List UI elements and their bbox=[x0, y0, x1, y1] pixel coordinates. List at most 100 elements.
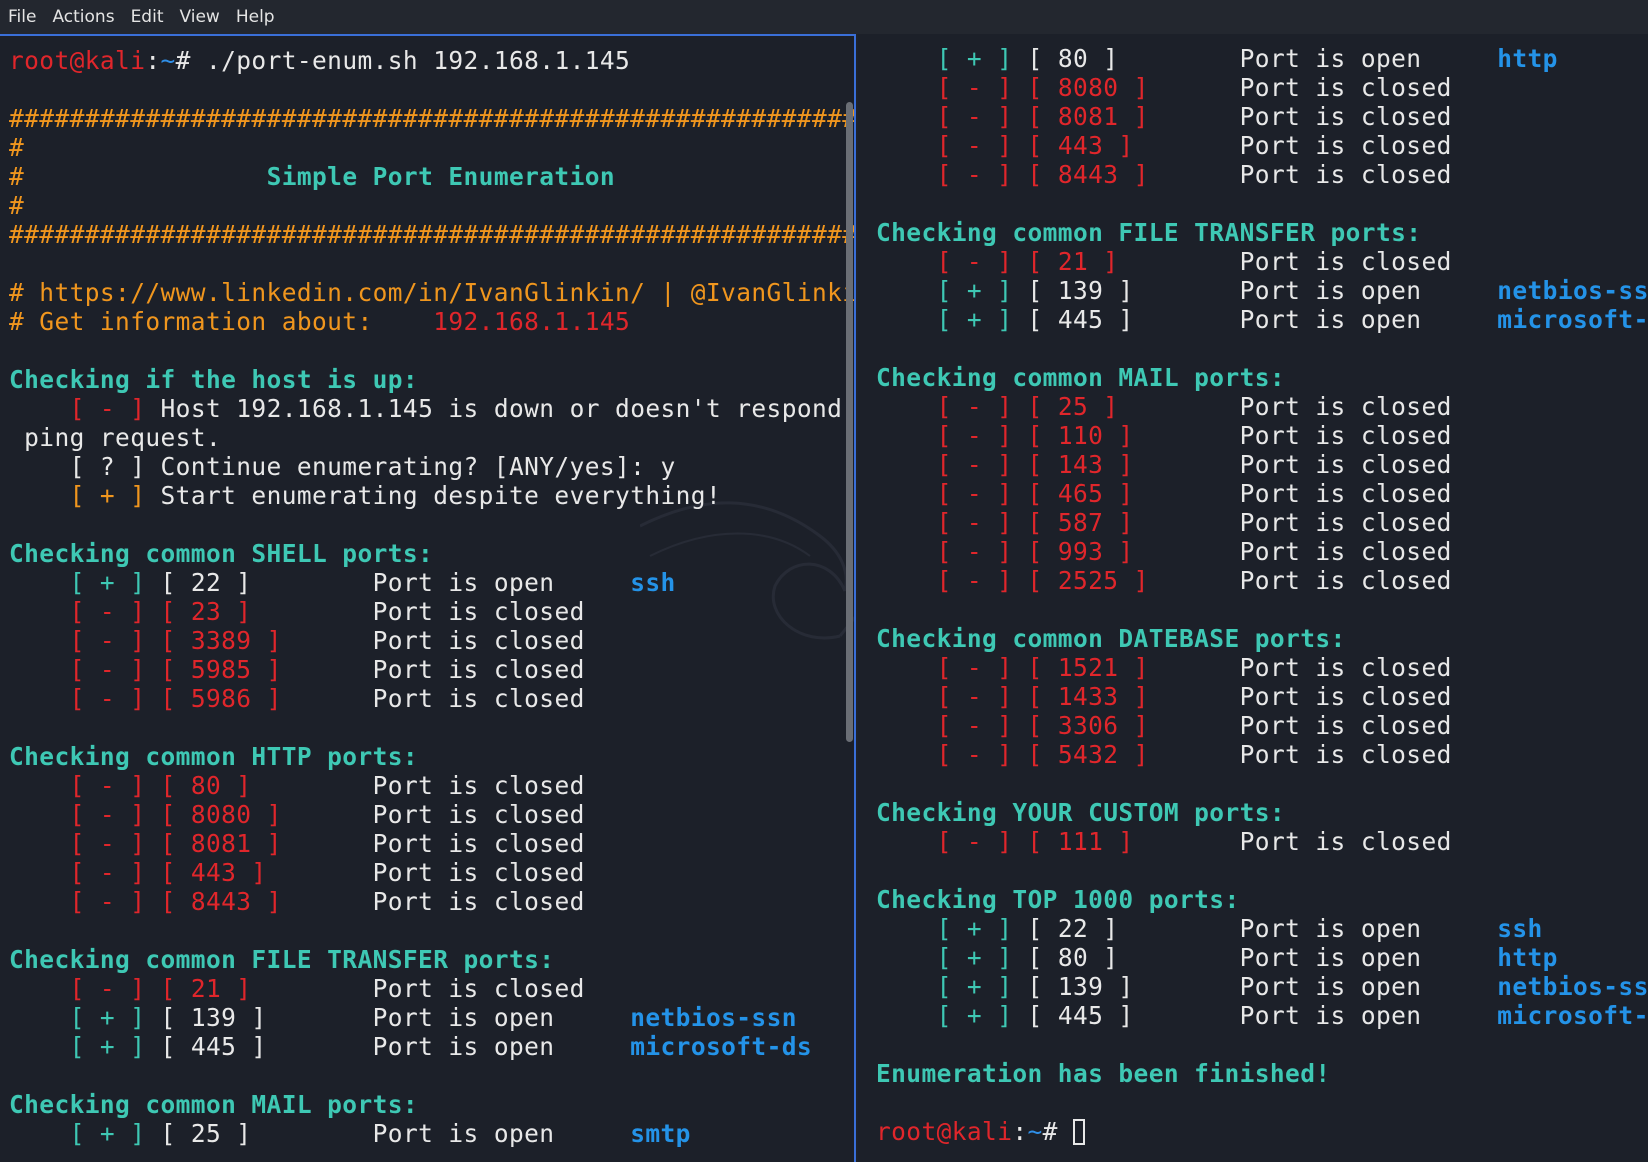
port-state-text: Port is open bbox=[372, 1032, 555, 1061]
port-state-text: Port is closed bbox=[1239, 131, 1452, 160]
host-down-continuation: ping request. bbox=[9, 423, 222, 452]
banner-border-text: ########################################… bbox=[9, 220, 856, 249]
port-number: [ 22 ] bbox=[160, 568, 252, 597]
section-header-text: Checking common SHELL ports: bbox=[9, 539, 434, 568]
continue-prompt-line: [ ? ] Continue enumerating? [ANY/yes]: y bbox=[9, 452, 854, 481]
menu-edit[interactable]: Edit bbox=[123, 0, 172, 34]
status-marker: [ + ] bbox=[936, 914, 1013, 943]
host-down-line: [ - ] Host 192.168.1.145 is down or does… bbox=[9, 394, 854, 423]
port-state-text: Port is closed bbox=[372, 887, 585, 916]
banner-side-left: # bbox=[9, 162, 25, 191]
port-state-text: Port is closed bbox=[372, 655, 585, 684]
port-state-text: Port is open bbox=[1239, 914, 1422, 943]
port-state-text: Port is open bbox=[1239, 305, 1422, 334]
status-marker: [ + ] bbox=[69, 568, 146, 597]
terminal-pane-right[interactable]: [ + ] [ 80 ] Port is open http [ - ] [ 8… bbox=[858, 34, 1648, 1162]
port-row: [ - ] [ 5432 ] Port is closed bbox=[876, 740, 1648, 769]
port-state-text: Port is closed bbox=[372, 800, 585, 829]
port-state-text: Port is open bbox=[1239, 44, 1422, 73]
status-marker: [ - ] bbox=[936, 653, 1013, 682]
status-marker: [ - ] bbox=[69, 800, 146, 829]
port-row: [ - ] [ 993 ] Port is closed bbox=[876, 537, 1648, 566]
port-state-text: Port is open bbox=[372, 1003, 555, 1032]
port-row: [ - ] [ 3306 ] Port is closed bbox=[876, 711, 1648, 740]
port-number: [ 3306 ] bbox=[1027, 711, 1149, 740]
banner-side: # # bbox=[9, 191, 854, 220]
port-state-text: Port is closed bbox=[372, 858, 585, 887]
status-marker: [ + ] bbox=[936, 305, 1013, 334]
section-header: Checking TOP 1000 ports: bbox=[876, 885, 1648, 914]
port-row: [ + ] [ 445 ] Port is open microsoft-ds bbox=[876, 1001, 1648, 1030]
menu-view[interactable]: View bbox=[171, 0, 227, 34]
port-row: [ + ] [ 80 ] Port is open http bbox=[876, 44, 1648, 73]
port-row: [ - ] [ 1433 ] Port is closed bbox=[876, 682, 1648, 711]
port-number: [ 80 ] bbox=[1027, 44, 1119, 73]
status-marker: [ - ] bbox=[936, 711, 1013, 740]
section-header-text: Checking common DATEBASE ports: bbox=[876, 624, 1346, 653]
port-state-text: Port is closed bbox=[1239, 827, 1452, 856]
service-name: microsoft-ds bbox=[1497, 305, 1648, 334]
port-row: [ - ] [ 465 ] Port is closed bbox=[876, 479, 1648, 508]
port-number: [ 139 ] bbox=[160, 1003, 267, 1032]
port-state-text: Port is closed bbox=[1239, 537, 1452, 566]
status-marker: [ - ] bbox=[936, 247, 1013, 276]
port-row: [ + ] [ 139 ] Port is open netbios-ssn bbox=[9, 1003, 854, 1032]
status-marker: [ - ] bbox=[69, 394, 146, 423]
banner-side-left: # bbox=[9, 133, 25, 162]
section-header: Checking common FILE TRANSFER ports: bbox=[9, 945, 854, 974]
status-marker: [ + ] bbox=[69, 1003, 146, 1032]
status-marker: [ + ] bbox=[936, 44, 1013, 73]
info-label: # Get information about: bbox=[9, 307, 373, 336]
service-name: microsoft-ds bbox=[630, 1032, 813, 1061]
prompt-path: ~ bbox=[1027, 1117, 1043, 1146]
scrollbar-thumb[interactable] bbox=[846, 102, 853, 742]
port-row: [ - ] [ 21 ] Port is closed bbox=[9, 974, 854, 1003]
status-marker: [ - ] bbox=[936, 450, 1013, 479]
port-row: [ - ] [ 110 ] Port is closed bbox=[876, 421, 1648, 450]
port-row: [ - ] [ 143 ] Port is closed bbox=[876, 450, 1648, 479]
port-row: [ + ] [ 22 ] Port is open ssh bbox=[9, 568, 854, 597]
port-number: [ 25 ] bbox=[160, 1119, 252, 1148]
port-number: [ 139 ] bbox=[1027, 972, 1134, 1001]
port-state-text: Port is open bbox=[1239, 276, 1422, 305]
port-state-text: Port is closed bbox=[1239, 711, 1452, 740]
section-header-text: Checking common HTTP ports: bbox=[9, 742, 419, 771]
terminal-pane-left[interactable]: root@kali:~# ./port-enum.sh 192.168.1.14… bbox=[0, 34, 856, 1162]
section-header-text: Checking common FILE TRANSFER ports: bbox=[876, 218, 1422, 247]
prompt-symbol: # bbox=[1042, 1117, 1073, 1146]
port-number: [ 445 ] bbox=[1027, 305, 1134, 334]
status-marker: [ + ] bbox=[936, 972, 1013, 1001]
status-marker: [ + ] bbox=[69, 1119, 146, 1148]
port-number: [ 465 ] bbox=[1027, 479, 1134, 508]
port-row: [ - ] [ 5986 ] Port is closed bbox=[9, 684, 854, 713]
prompt-separator: : bbox=[145, 46, 161, 75]
banner-border-text: ########################################… bbox=[9, 104, 856, 133]
text-cursor[interactable] bbox=[1072, 1119, 1085, 1145]
prompt-user-host: root@kali bbox=[9, 46, 146, 75]
status-marker: [ - ] bbox=[69, 626, 146, 655]
status-marker: [ - ] bbox=[69, 771, 146, 800]
menu-file[interactable]: File bbox=[0, 0, 44, 34]
status-marker: [ - ] bbox=[69, 597, 146, 626]
port-number: [ 25 ] bbox=[1027, 392, 1119, 421]
menu-actions[interactable]: Actions bbox=[44, 0, 122, 34]
port-state-text: Port is closed bbox=[1239, 566, 1452, 595]
port-number: [ 8080 ] bbox=[160, 800, 282, 829]
host-down-cont: ping request. bbox=[9, 423, 854, 452]
start-line: [ + ] Start enumerating despite everythi… bbox=[9, 481, 854, 510]
menu-help[interactable]: Help bbox=[228, 0, 283, 34]
service-name: ssh bbox=[630, 568, 676, 597]
section-header: Checking common MAIL ports: bbox=[9, 1090, 854, 1119]
section-header: Checking common DATEBASE ports: bbox=[876, 624, 1648, 653]
port-row: [ - ] [ 8081 ] Port is closed bbox=[9, 829, 854, 858]
terminal-output-right: [ + ] [ 80 ] Port is open http [ - ] [ 8… bbox=[876, 44, 1648, 1146]
status-marker: [ - ] bbox=[936, 102, 1013, 131]
status-marker: [ - ] bbox=[936, 131, 1013, 160]
port-row: [ - ] [ 443 ] Port is closed bbox=[9, 858, 854, 887]
port-number: [ 443 ] bbox=[1027, 131, 1134, 160]
port-number: [ 80 ] bbox=[1027, 943, 1119, 972]
